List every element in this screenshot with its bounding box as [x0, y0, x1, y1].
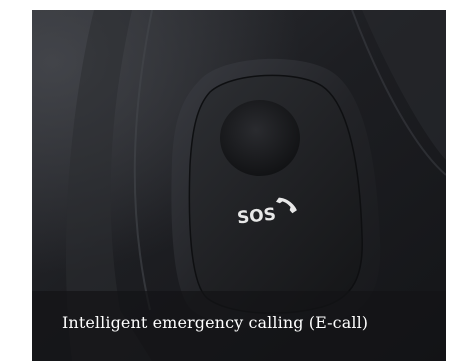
- image-caption: Intelligent emergency calling (E-call): [62, 313, 369, 332]
- button-dome: [220, 100, 300, 176]
- sos-label: SOS: [236, 205, 277, 229]
- image-frame: SOS Intelligent emergency calling (E-cal…: [32, 10, 446, 361]
- caption-bar: Intelligent emergency calling (E-call): [32, 291, 446, 361]
